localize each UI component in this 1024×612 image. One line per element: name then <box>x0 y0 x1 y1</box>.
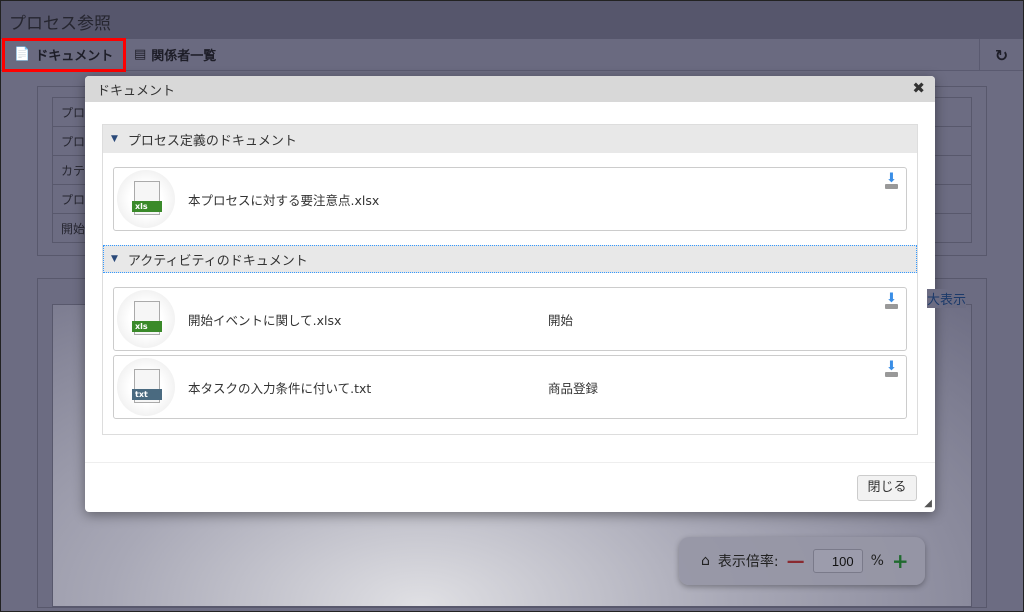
section-process-docs[interactable]: ▼ プロセス定義のドキュメント <box>103 125 917 153</box>
list-icon: ▤ <box>134 47 147 62</box>
section-activity-docs[interactable]: ▼ アクティビティのドキュメント <box>103 245 917 273</box>
zoom-label: 表示倍率: <box>717 554 779 570</box>
zoom-unit: % <box>870 553 884 569</box>
section-label: アクティビティのドキュメント <box>127 253 308 269</box>
document-item[interactable]: xls 本プロセスに対する要注意点.xlsx ⬇ <box>113 167 907 231</box>
close-button[interactable]: 閉じる <box>857 475 917 501</box>
dialog-title: ドキュメント <box>97 84 176 99</box>
document-name[interactable]: 開始イベントに関して.xlsx <box>188 310 341 329</box>
dialog-header[interactable]: ドキュメント ✖ <box>85 76 935 102</box>
xls-file-icon: xls <box>117 170 175 228</box>
dialog-body: ▼ プロセス定義のドキュメント xls 本プロセスに対する要注意点.xlsx ⬇ … <box>102 124 918 435</box>
activity-name: 開始 <box>548 312 574 328</box>
download-icon[interactable]: ⬇ <box>885 172 898 189</box>
document-button[interactable]: 📄 ドキュメント <box>2 37 126 72</box>
page-title: プロセス参照 <box>1 1 1023 39</box>
caret-down-icon: ▼ <box>111 254 118 264</box>
caret-down-icon: ▼ <box>111 134 118 144</box>
stakeholders-label: 関係者一覧 <box>151 49 217 64</box>
document-icon: 📄 <box>14 47 31 62</box>
document-name[interactable]: 本タスクの入力条件に付いて.txt <box>188 378 371 397</box>
enlarge-link[interactable]: 大表示 <box>926 289 966 308</box>
txt-file-icon: txt <box>117 358 175 416</box>
zoom-input[interactable] <box>812 549 863 573</box>
download-icon[interactable]: ⬇ <box>885 360 898 377</box>
document-label: ドキュメント <box>35 49 114 64</box>
resize-handle-icon[interactable]: ◢ <box>924 498 932 509</box>
stakeholders-button[interactable]: ▤ 関係者一覧 <box>124 40 226 70</box>
document-dialog: ドキュメント ✖ ▼ プロセス定義のドキュメント xls 本プロセスに対する要注意点… <box>85 76 935 512</box>
dialog-footer: 閉じる ◢ <box>85 462 935 512</box>
home-icon[interactable]: ⌂ <box>701 553 710 569</box>
close-icon[interactable]: ✖ <box>912 79 925 97</box>
document-name[interactable]: 本プロセスに対する要注意点.xlsx <box>188 190 379 209</box>
zoom-out-icon[interactable]: — <box>787 551 805 572</box>
toolbar: 📄 ドキュメント ▤ 関係者一覧 ↻ <box>1 37 1023 72</box>
document-item[interactable]: txt 本タスクの入力条件に付いて.txt 商品登録 ⬇ <box>113 355 907 419</box>
zoom-in-icon[interactable]: + <box>892 549 909 573</box>
xls-file-icon: xls <box>117 290 175 348</box>
refresh-icon[interactable]: ↻ <box>979 39 1023 71</box>
activity-name: 商品登録 <box>548 380 599 396</box>
zoom-control: ⌂ 表示倍率: — % + <box>679 537 925 585</box>
download-icon[interactable]: ⬇ <box>885 292 898 309</box>
document-item[interactable]: xls 開始イベントに関して.xlsx 開始 ⬇ <box>113 287 907 351</box>
section-label: プロセス定義のドキュメント <box>127 133 297 149</box>
